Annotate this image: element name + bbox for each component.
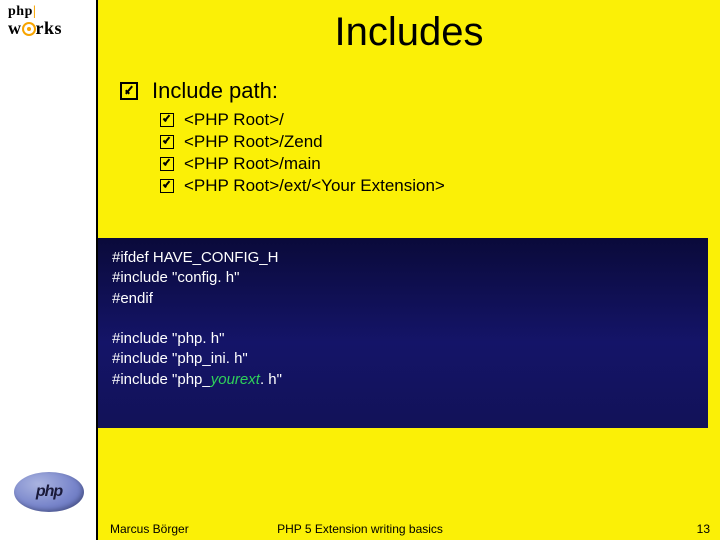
slide: php| wrks php Includes Include path: <PH… bbox=[0, 0, 720, 540]
phpworks-logo: php| wrks bbox=[8, 4, 62, 39]
logo-rks: rks bbox=[36, 18, 63, 38]
code-line: #include "php_ini. h" bbox=[112, 349, 694, 369]
left-strip: php| wrks php bbox=[0, 0, 98, 540]
path-text: <PHP Root>/main bbox=[184, 154, 321, 174]
footer-pagenum: 13 bbox=[697, 522, 710, 536]
code-line: #include "config. h" bbox=[112, 268, 694, 288]
php-logo: php bbox=[14, 472, 84, 512]
path-text: <PHP Root>/ext/<Your Extension> bbox=[184, 176, 445, 196]
checkbox-icon bbox=[160, 179, 174, 193]
list-item: <PHP Root>/ext/<Your Extension> bbox=[160, 176, 700, 196]
footer: Marcus Börger PHP 5 Extension writing ba… bbox=[0, 522, 720, 536]
checkbox-icon bbox=[160, 113, 174, 127]
checkbox-icon bbox=[120, 82, 138, 100]
checkbox-icon bbox=[160, 135, 174, 149]
list-item: <PHP Root>/ bbox=[160, 110, 700, 130]
path-text: <PHP Root>/Zend bbox=[184, 132, 323, 152]
heading-text: Include path: bbox=[152, 78, 278, 104]
code-line: #include "php_yourext. h" bbox=[112, 370, 694, 390]
list-item: <PHP Root>/Zend bbox=[160, 132, 700, 152]
logo-bar: | bbox=[33, 4, 37, 19]
code-line: #endif bbox=[112, 289, 694, 309]
logo-w: w bbox=[8, 18, 22, 38]
target-icon bbox=[22, 22, 36, 36]
code-line: #ifdef HAVE_CONFIG_H bbox=[112, 248, 694, 268]
logo-php-text: php bbox=[8, 4, 33, 19]
list-item: <PHP Root>/main bbox=[160, 154, 700, 174]
checkbox-icon bbox=[160, 157, 174, 171]
footer-title: PHP 5 Extension writing basics bbox=[0, 522, 720, 536]
slide-title: Includes bbox=[98, 10, 720, 55]
code-blank bbox=[112, 309, 694, 329]
path-text: <PHP Root>/ bbox=[184, 110, 284, 130]
php-logo-text: php bbox=[36, 483, 62, 501]
content-area: Include path: <PHP Root>/ <PHP Root>/Zen… bbox=[120, 78, 700, 198]
heading-row: Include path: bbox=[120, 78, 700, 104]
code-line: #include "php. h" bbox=[112, 329, 694, 349]
path-list: <PHP Root>/ <PHP Root>/Zend <PHP Root>/m… bbox=[160, 110, 700, 196]
code-block: #ifdef HAVE_CONFIG_H #include "config. h… bbox=[98, 238, 708, 428]
footer-author: Marcus Börger bbox=[110, 522, 189, 536]
